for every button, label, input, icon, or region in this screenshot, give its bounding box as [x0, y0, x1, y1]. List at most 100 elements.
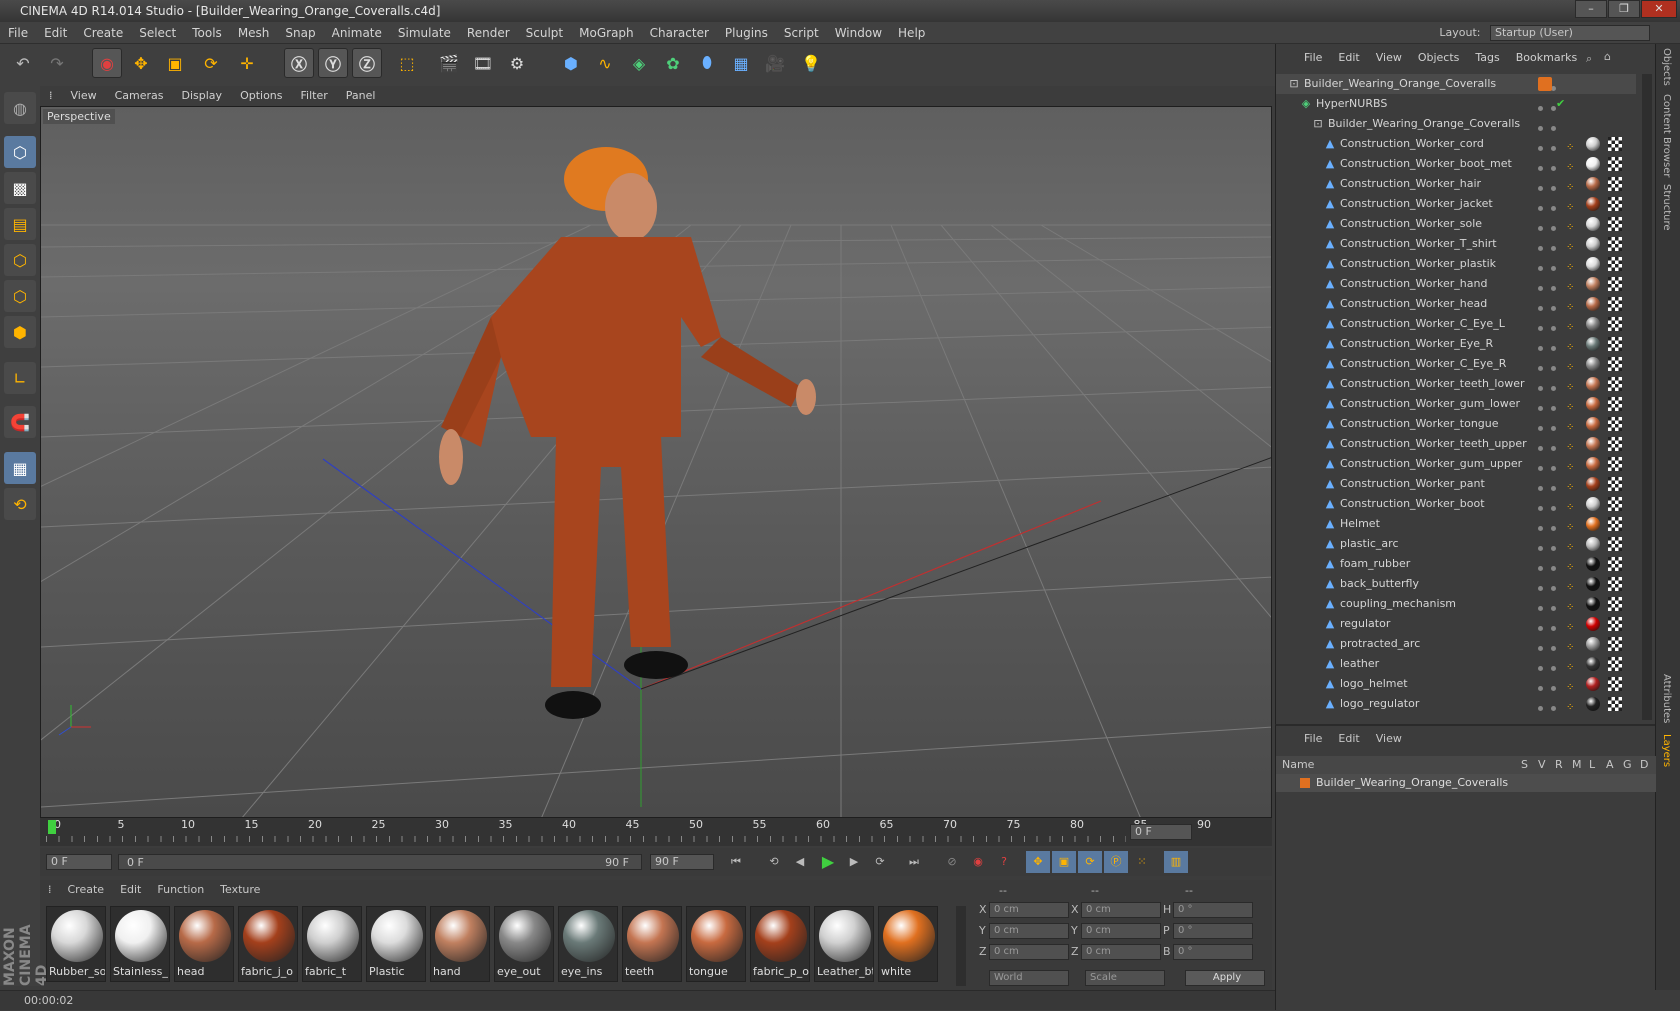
material-swatch[interactable]: Rubber_so — [46, 906, 106, 982]
object-row[interactable]: ▲ leather ⁘ — [1276, 654, 1636, 674]
material-tag-icon[interactable] — [1586, 337, 1600, 351]
material-tag-icon[interactable] — [1586, 177, 1600, 191]
material-tag-icon[interactable] — [1586, 237, 1600, 251]
search-icon[interactable]: ⌕ — [1586, 52, 1592, 66]
menu-edit[interactable]: Edit — [36, 22, 75, 44]
visibility-dots[interactable] — [1538, 498, 1568, 511]
rotate-icon[interactable]: ⟳ — [196, 48, 226, 78]
uvw-tag-icon[interactable] — [1608, 317, 1622, 331]
object-row[interactable]: ▲ Construction_Worker_boot ⁘ — [1276, 494, 1636, 514]
material-tag-icon[interactable] — [1586, 537, 1600, 551]
material-tag-icon[interactable] — [1586, 297, 1600, 311]
visibility-dots[interactable] — [1538, 358, 1568, 371]
object-row[interactable]: ▲ Construction_Worker_hair ⁘ — [1276, 174, 1636, 194]
material-swatch[interactable]: tongue — [686, 906, 746, 982]
material-tag-icon[interactable] — [1586, 437, 1600, 451]
uvw-tag-icon[interactable] — [1608, 577, 1622, 591]
axis-mode-icon[interactable]: ∟ — [4, 362, 36, 394]
render-picture-viewer-icon[interactable]: 🎞 — [468, 48, 498, 78]
visibility-dots[interactable] — [1538, 698, 1568, 711]
material-menu-create[interactable]: Create — [60, 880, 113, 900]
viewport-menu-display[interactable]: Display — [173, 86, 232, 106]
coord-value-field[interactable]: 0 cm — [989, 944, 1069, 960]
end-frame-field[interactable]: 90 F — [650, 854, 714, 870]
range-slider[interactable]: 0 F 90 F — [118, 854, 642, 870]
layer-column-header[interactable]: S — [1521, 756, 1528, 774]
uvw-tag-icon[interactable] — [1608, 257, 1622, 271]
menu-mesh[interactable]: Mesh — [230, 22, 278, 44]
object-row[interactable]: ▲ back_butterfly ⁘ — [1276, 574, 1636, 594]
make-editable-icon[interactable]: ◍ — [4, 92, 36, 124]
menu-animate[interactable]: Animate — [324, 22, 390, 44]
coordinate-system-icon[interactable]: ⬚ — [392, 48, 422, 78]
spline-icon[interactable]: ∿ — [590, 48, 620, 78]
polygons-mode-icon[interactable]: ⬢ — [4, 316, 36, 348]
material-tag-icon[interactable] — [1586, 357, 1600, 371]
material-tag-icon[interactable] — [1586, 397, 1600, 411]
object-menu-edit[interactable]: Edit — [1330, 51, 1367, 64]
previous-key-icon[interactable]: ⟲ — [762, 851, 786, 873]
material-swatch[interactable]: fabric_j_o — [238, 906, 298, 982]
object-row[interactable]: ▲ Construction_Worker_boot_met ⁘ — [1276, 154, 1636, 174]
material-tag-icon[interactable] — [1586, 137, 1600, 151]
uvw-tag-icon[interactable] — [1608, 477, 1622, 491]
material-menu-texture[interactable]: Texture — [212, 880, 268, 900]
live-selection-icon[interactable]: ◉ — [92, 48, 122, 78]
keyframe-selection-icon[interactable]: ? — [992, 851, 1016, 873]
uvw-tag-icon[interactable] — [1608, 417, 1622, 431]
material-tag-icon[interactable] — [1586, 457, 1600, 471]
viewport-menu-panel[interactable]: Panel — [337, 86, 385, 106]
visibility-dots[interactable] — [1538, 658, 1568, 671]
material-tag-icon[interactable] — [1586, 677, 1600, 691]
object-row[interactable]: ▲ coupling_mechanism ⁘ — [1276, 594, 1636, 614]
record-position-icon[interactable]: ⊘ — [940, 851, 964, 873]
object-row[interactable]: ◈ HyperNURBS ✔ — [1276, 94, 1636, 114]
menu-character[interactable]: Character — [642, 22, 717, 44]
object-row[interactable]: ▲ logo_helmet ⁘ — [1276, 674, 1636, 694]
object-menu-bookmarks[interactable]: Bookmarks — [1508, 51, 1585, 64]
uvw-tag-icon[interactable] — [1608, 357, 1622, 371]
visibility-dots[interactable] — [1538, 318, 1568, 331]
snap-icon[interactable]: 🧲 — [4, 406, 36, 438]
material-tag-icon[interactable] — [1586, 317, 1600, 331]
scale-icon[interactable]: ▣ — [160, 48, 190, 78]
object-row[interactable]: ▲ logo_regulator ⁘ — [1276, 694, 1636, 714]
menu-select[interactable]: Select — [131, 22, 184, 44]
uvw-tag-icon[interactable] — [1608, 297, 1622, 311]
visibility-dots[interactable] — [1538, 558, 1568, 571]
apply-button[interactable]: Apply — [1185, 970, 1265, 986]
material-drag-icon[interactable]: ⁞ — [40, 880, 60, 900]
side-tab-attributes[interactable]: Attributes — [1661, 674, 1672, 723]
uvw-tag-icon[interactable] — [1608, 337, 1622, 351]
uvw-tag-icon[interactable] — [1608, 437, 1622, 451]
visibility-dots[interactable] — [1538, 538, 1568, 551]
size-mode-dropdown[interactable]: Scale — [1085, 970, 1165, 986]
minimize-button[interactable]: – — [1575, 0, 1607, 18]
visibility-dots[interactable] — [1538, 478, 1568, 491]
timeline-window-icon[interactable]: ▥ — [1164, 851, 1188, 873]
coord-value-field[interactable]: 0 ° — [1173, 923, 1253, 939]
material-swatch[interactable]: Plastic — [366, 906, 426, 982]
object-row[interactable]: ▲ foam_rubber ⁘ — [1276, 554, 1636, 574]
menu-mograph[interactable]: MoGraph — [571, 22, 642, 44]
uvw-tag-icon[interactable] — [1608, 537, 1622, 551]
object-row[interactable]: ▲ regulator ⁘ — [1276, 614, 1636, 634]
visibility-dots[interactable] — [1538, 258, 1568, 271]
coord-value-field[interactable]: 0 cm — [1081, 944, 1161, 960]
uvw-tag-icon[interactable] — [1608, 697, 1622, 711]
viewport-menu-options[interactable]: Options — [231, 86, 291, 106]
material-scrollbar[interactable] — [956, 906, 966, 986]
material-swatch[interactable]: hand — [430, 906, 490, 982]
coord-value-field[interactable]: 0 cm — [1081, 902, 1161, 918]
uvw-tag-icon[interactable] — [1608, 557, 1622, 571]
points-mode-icon[interactable]: ⬡ — [4, 244, 36, 276]
axis-icon[interactable]: ✛ — [232, 48, 262, 78]
menu-create[interactable]: Create — [75, 22, 131, 44]
material-tag-icon[interactable] — [1586, 597, 1600, 611]
uvw-tag-icon[interactable] — [1608, 137, 1622, 151]
material-tag-icon[interactable] — [1586, 157, 1600, 171]
layer-column-header[interactable]: D — [1640, 756, 1648, 774]
layout-dropdown[interactable]: Startup (User) — [1490, 25, 1650, 41]
object-menu-file[interactable]: File — [1296, 51, 1330, 64]
maximize-button[interactable]: ❐ — [1608, 0, 1640, 18]
